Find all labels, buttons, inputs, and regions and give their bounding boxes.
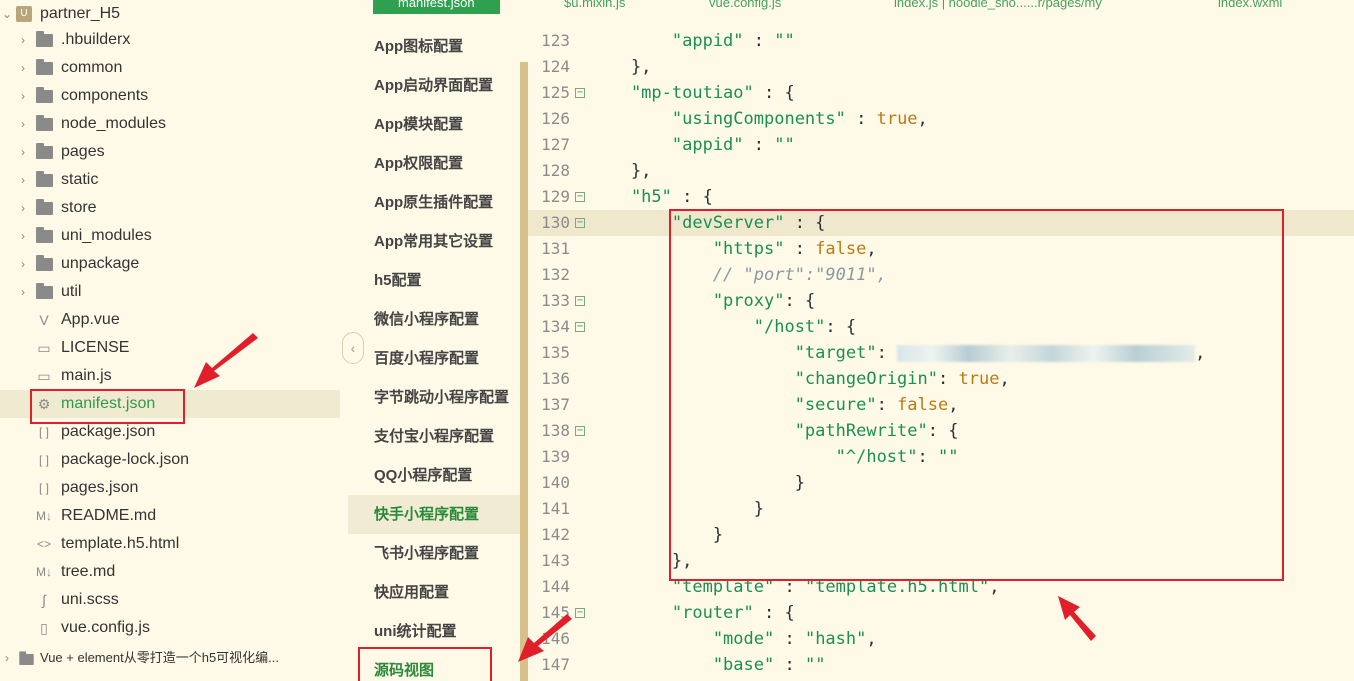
annotation-arrows bbox=[194, 333, 1096, 662]
arrow-to-manifest bbox=[194, 333, 258, 388]
arrow-to-devserver bbox=[1058, 596, 1096, 641]
collapse-sidebar-handle[interactable]: ‹ bbox=[342, 332, 364, 364]
arrow-to-source-view bbox=[518, 614, 572, 662]
